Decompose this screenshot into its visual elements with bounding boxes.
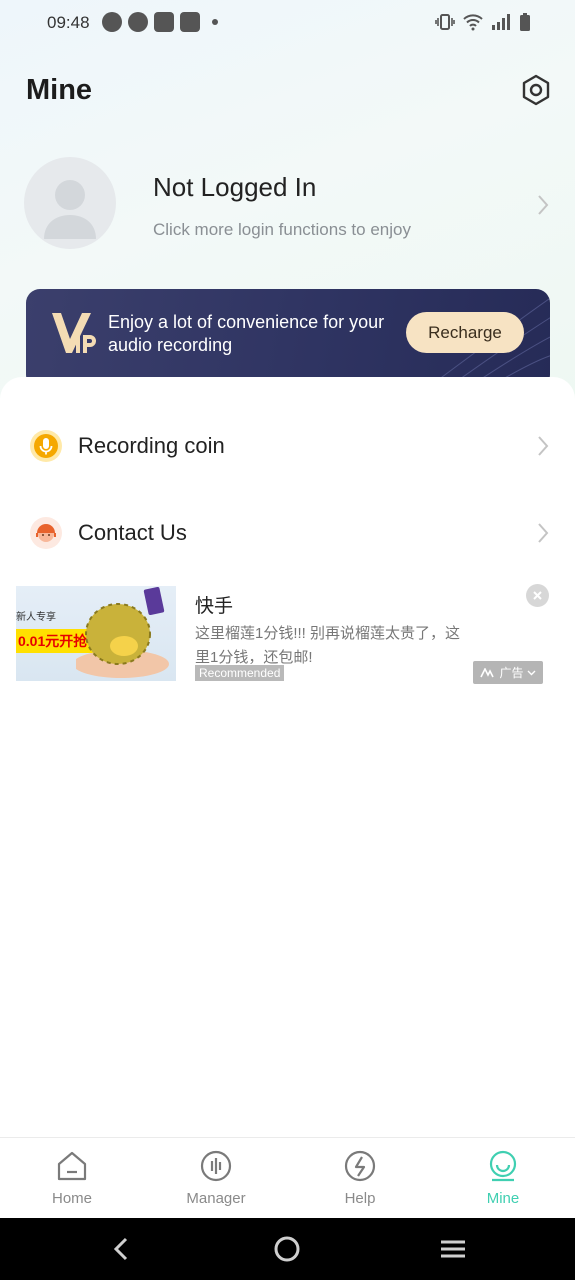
ad-card[interactable]: 新人专享 0.01元开抢 快手 这里榴莲1分钱!!! 别再说榴莲太贵了，这里1分… xyxy=(16,584,559,686)
main-panel xyxy=(0,377,575,1137)
home-circle-icon[interactable] xyxy=(272,1234,302,1264)
default-user-icon xyxy=(44,180,96,239)
ad-badge-label: 广告 xyxy=(499,666,524,680)
menu-item-recording-coin[interactable]: Recording coin xyxy=(0,406,575,486)
battery-icon xyxy=(520,13,530,31)
avatar[interactable] xyxy=(24,157,116,249)
ad-description: 这里榴莲1分钱!!! 别再说榴莲太贵了，这里1分钱，还包邮! xyxy=(195,625,461,666)
durian-image xyxy=(76,586,169,678)
menu-label: Recording coin xyxy=(78,433,225,458)
settings-gear-icon xyxy=(522,74,550,106)
profile-name: Not Logged In xyxy=(153,172,317,202)
check-icon xyxy=(128,12,148,32)
chevron-down-icon xyxy=(527,670,535,675)
tab-label: Manager xyxy=(186,1190,246,1207)
bag-icon xyxy=(180,12,200,32)
tab-label: Home xyxy=(51,1190,92,1207)
ad-recommended-tag: Recommended xyxy=(195,665,285,681)
system-icons xyxy=(435,12,531,32)
support-agent-icon xyxy=(30,517,62,549)
tab-mine[interactable]: Mine xyxy=(453,1148,553,1214)
home-icon xyxy=(57,1151,87,1181)
notification-icons xyxy=(102,12,218,32)
wifi-icon xyxy=(463,14,483,31)
tab-home[interactable]: Home xyxy=(22,1148,122,1214)
chevron-right-icon xyxy=(538,436,549,456)
vip-promo-text: Enjoy a lot of convenience for your audi… xyxy=(108,312,385,355)
audio-bars-icon xyxy=(200,1150,232,1182)
recharge-button[interactable]: Recharge xyxy=(406,312,524,353)
smile-user-icon xyxy=(489,1150,517,1182)
bottom-tab-bar: Home Manager Help Mine xyxy=(0,1137,575,1219)
back-icon[interactable] xyxy=(107,1234,137,1264)
settings-button[interactable] xyxy=(520,74,552,106)
chevron-right-icon xyxy=(538,195,549,215)
menu-item-contact-us[interactable]: Contact Us xyxy=(0,493,575,573)
tab-label: Mine xyxy=(486,1190,520,1207)
more-notifications-icon xyxy=(212,19,218,25)
status-time: 09:48 xyxy=(47,13,90,32)
profile-subtitle: Click more login functions to enjoy xyxy=(153,220,411,239)
profile-card[interactable]: Not Logged In Click more login functions… xyxy=(0,150,575,260)
ad-platform-icon xyxy=(480,667,495,677)
signal-icon xyxy=(492,14,510,30)
recents-menu-icon[interactable] xyxy=(438,1234,468,1264)
ad-image[interactable]: 新人专享 0.01元开抢 xyxy=(16,586,176,681)
vip-logo xyxy=(52,313,96,353)
ad-badge[interactable]: 广告 xyxy=(473,661,543,684)
chevron-right-icon xyxy=(538,523,549,543)
vibrate-icon xyxy=(435,14,455,30)
tab-help[interactable]: Help xyxy=(310,1148,410,1214)
page-title: Mine xyxy=(26,74,93,106)
menu-label: Contact Us xyxy=(78,520,187,545)
tab-manager[interactable]: Manager xyxy=(166,1148,266,1214)
vip-banner[interactable]: Enjoy a lot of convenience for your audi… xyxy=(26,289,550,389)
tab-label: Help xyxy=(344,1190,376,1207)
message-icon xyxy=(102,12,122,32)
ad-title: 快手 xyxy=(195,596,234,617)
ad-close-button[interactable] xyxy=(526,584,549,607)
bag-icon xyxy=(154,12,174,32)
microphone-icon xyxy=(30,430,62,462)
help-icon xyxy=(344,1150,376,1182)
status-bar: 09:48 xyxy=(0,0,575,46)
ad-image-promo-top: 新人专享 xyxy=(16,612,56,623)
system-navigation-bar xyxy=(0,1218,575,1280)
close-icon xyxy=(533,591,542,600)
